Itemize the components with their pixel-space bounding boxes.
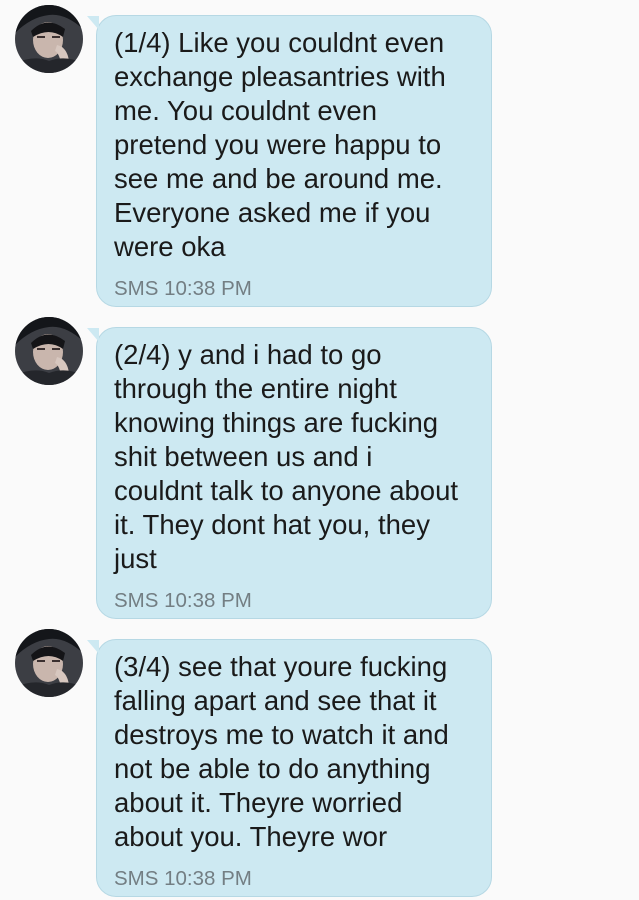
message-timestamp: SMS 10:38 PM <box>114 867 252 890</box>
bubble-tail <box>87 640 99 654</box>
message-bubble[interactable]: (1/4) Like you couldnt even exchange ple… <box>87 15 492 307</box>
avatar-photo-icon <box>15 5 83 73</box>
contact-avatar[interactable] <box>15 5 83 73</box>
avatar-photo-icon <box>15 629 83 697</box>
message-row: (1/4) Like you couldnt even exchange ple… <box>0 0 639 312</box>
bubble-tail <box>87 16 99 30</box>
message-timestamp: SMS 10:38 PM <box>114 277 252 300</box>
contact-avatar[interactable] <box>15 317 83 385</box>
bubble-tail <box>87 328 99 342</box>
message-bubble[interactable]: (3/4) see that youre fucking falling apa… <box>87 639 492 897</box>
message-thread: (1/4) Like you couldnt even exchange ple… <box>0 0 639 900</box>
message-bubble[interactable]: (2/4) y and i had to go through the enti… <box>87 327 492 619</box>
message-text: (2/4) y and i had to go through the enti… <box>114 339 459 574</box>
avatar-photo-icon <box>15 317 83 385</box>
message-timestamp: SMS 10:38 PM <box>114 589 252 612</box>
message-row: (3/4) see that youre fucking falling apa… <box>0 624 639 900</box>
message-row: (2/4) y and i had to go through the enti… <box>0 312 639 624</box>
contact-avatar[interactable] <box>15 629 83 697</box>
message-text: (3/4) see that youre fucking falling apa… <box>114 651 449 852</box>
message-text: (1/4) Like you couldnt even exchange ple… <box>114 27 446 262</box>
